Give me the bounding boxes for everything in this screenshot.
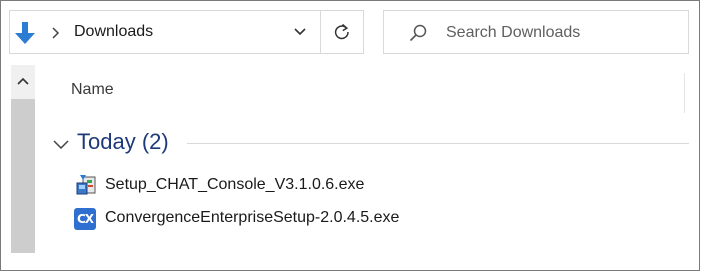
group-collapse-icon[interactable] [53, 136, 69, 154]
address-dropdown-button[interactable] [280, 11, 320, 53]
file-row[interactable]: Setup_CHAT_Console_V3.1.0.6.exe [71, 173, 671, 199]
search-icon [408, 23, 428, 43]
group-header-today[interactable]: Today (2) [77, 129, 169, 155]
refresh-button[interactable] [321, 11, 363, 53]
file-name: ConvergenceEnterpriseSetup-2.0.4.5.exe [105, 209, 400, 226]
down-arrow-icon[interactable] [14, 21, 36, 45]
chevron-down-icon [294, 28, 306, 36]
address-bar[interactable]: Downloads [9, 10, 364, 54]
file-name: Setup_CHAT_Console_V3.1.0.6.exe [105, 176, 365, 193]
explorer-window: Downloads Name [0, 0, 700, 271]
breadcrumb-downloads[interactable]: Downloads [74, 23, 153, 41]
column-separator[interactable] [684, 73, 685, 113]
cx-app-icon: CX [74, 208, 96, 230]
refresh-icon [334, 23, 349, 40]
file-row[interactable]: CX ConvergenceEnterpriseSetup-2.0.4.5.ex… [71, 206, 671, 232]
group-divider [187, 143, 689, 144]
scroll-up-button[interactable] [11, 65, 35, 99]
search-input[interactable] [444, 19, 683, 47]
installer-icon [74, 175, 98, 197]
column-header-name[interactable]: Name [71, 81, 114, 99]
breadcrumb-chevron-icon[interactable] [50, 24, 62, 42]
search-box[interactable] [383, 10, 689, 54]
chevron-up-icon [17, 77, 29, 85]
